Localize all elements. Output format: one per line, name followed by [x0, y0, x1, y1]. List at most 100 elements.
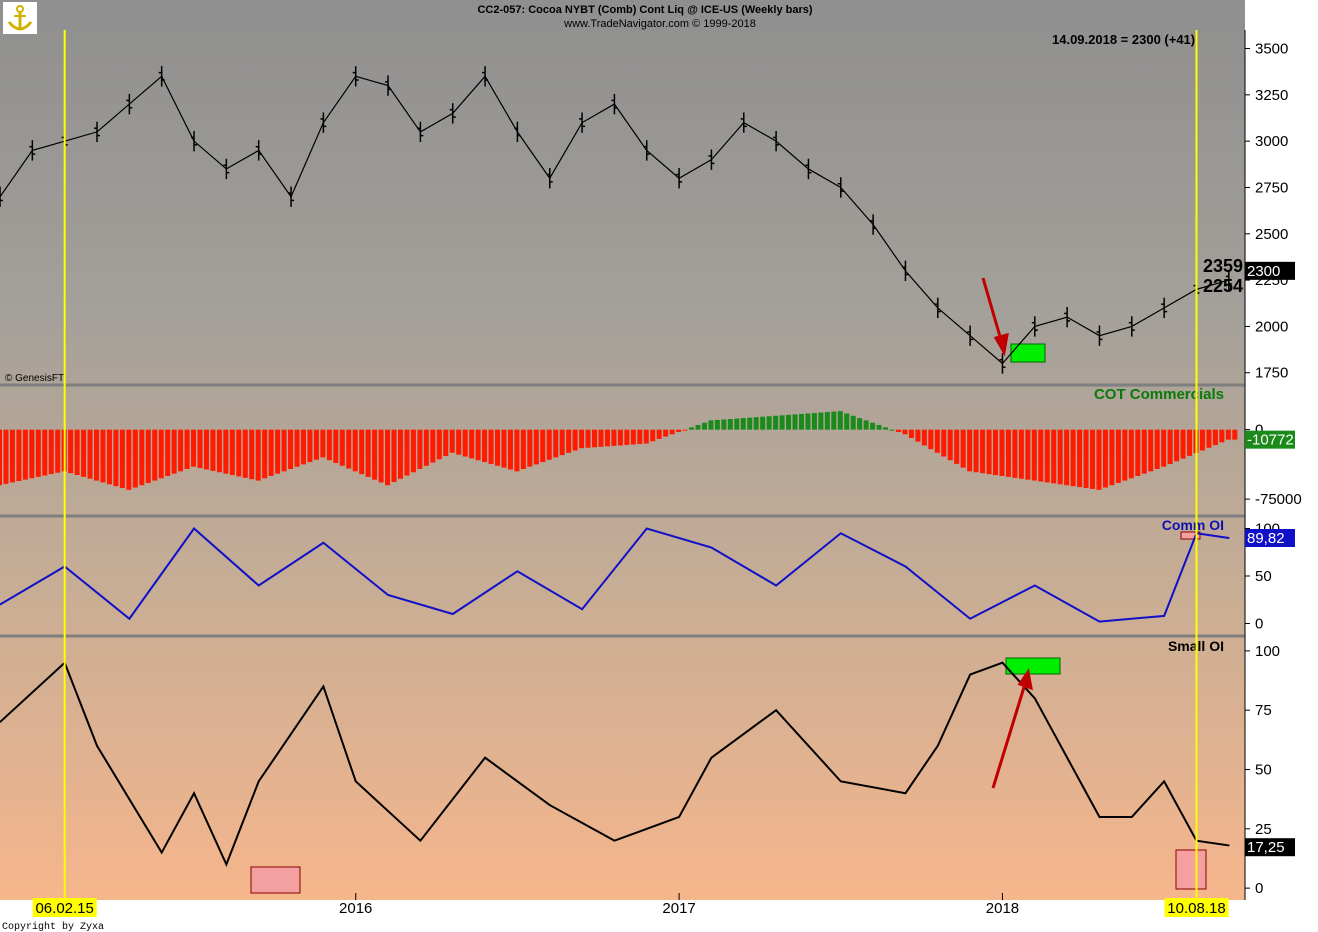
cot-panel-title: COT Commercials [1094, 386, 1224, 403]
small-oi-point [1131, 816, 1133, 818]
comm-oi-point [257, 584, 260, 587]
highlight-small-oi-low-2018 [1175, 849, 1207, 890]
anchor-logo-icon [3, 2, 37, 34]
cot-bar [656, 429, 662, 439]
small-oi-point [710, 756, 713, 759]
cot-bar [482, 429, 488, 463]
cot-bar [1232, 429, 1238, 440]
cot-bar [410, 429, 416, 473]
cot-bar [980, 429, 986, 474]
cot-bar [1031, 429, 1037, 481]
y-tick-label: 3000 [1255, 133, 1288, 150]
highlight-price-low-2017 [1010, 343, 1046, 363]
price-marker-high: 2359 [1203, 256, 1243, 276]
cot-bar [714, 419, 720, 430]
cot-bar [119, 429, 125, 488]
small-oi-point [1228, 844, 1230, 847]
cot-bar [533, 429, 539, 465]
cot-bar [585, 429, 591, 448]
small-oi-point [1163, 780, 1165, 783]
cot-bar [669, 429, 675, 435]
small-oi-point [904, 792, 907, 795]
cot-bar [404, 429, 410, 476]
cot-bar [423, 429, 429, 466]
chart-subtitle: www.TradeNavigator.com © 1999-2018 [563, 18, 756, 30]
cot-bar [689, 427, 695, 430]
cot-bar [501, 429, 507, 468]
cot-bar [352, 429, 358, 472]
cot-bar [197, 429, 203, 469]
small-oi-point [193, 792, 195, 795]
cot-bar [740, 418, 746, 430]
comm-oi-point [1163, 615, 1165, 617]
cot-bar [294, 429, 300, 467]
cot-bar [165, 429, 171, 476]
cot-bar [1083, 429, 1089, 488]
cot-bar [908, 429, 914, 438]
chart-title: CC2-057: Cocoa NYBT (Comb) Cont Liq @ IC… [477, 4, 812, 16]
cot-bar [1077, 429, 1083, 488]
comm-oi-last-badge: 89,82 [1247, 530, 1285, 547]
cot-bar [1206, 429, 1212, 448]
comm-oi-point [128, 617, 131, 620]
cot-bar [792, 414, 798, 430]
cot-bar [1051, 429, 1057, 484]
vertical-marker-date-label: 06.02.15 [35, 900, 93, 917]
small-oi-point [1098, 816, 1101, 818]
comm-oi-point [387, 594, 389, 596]
cot-bar [443, 429, 449, 457]
cot-bar [449, 429, 455, 453]
small-oi-point [936, 744, 939, 747]
cot-bar [999, 429, 1005, 476]
comm-oi-point [1034, 584, 1036, 587]
cot-bar [223, 429, 229, 474]
cot-bar [81, 429, 87, 477]
cot-bar [365, 429, 371, 477]
cot-bar [960, 429, 966, 468]
cot-bar [249, 429, 255, 480]
cot-bar [275, 429, 281, 474]
cot-bar [604, 429, 610, 447]
cot-bar [339, 429, 345, 466]
cot-bar [572, 429, 578, 451]
cot-bar [320, 429, 326, 458]
cot-bar [773, 415, 779, 430]
comm-oi-point [710, 546, 713, 549]
cot-bar [0, 429, 2, 486]
cot-bar [798, 413, 804, 430]
cot-bar [553, 429, 559, 458]
cot-bar [126, 429, 132, 490]
cot-bar [469, 429, 475, 459]
cot-bar [617, 429, 623, 446]
comm-oi-point [645, 527, 648, 530]
cot-bar [721, 419, 727, 430]
y-tick-label: 3500 [1255, 41, 1288, 58]
cot-bar [87, 429, 93, 479]
cot-bar [1005, 429, 1011, 477]
cot-bar [268, 429, 274, 476]
cot-bar [1064, 429, 1070, 486]
small-oi-point [775, 709, 777, 711]
small-oi-point [484, 756, 486, 759]
small-oi-point [839, 780, 842, 783]
cot-bar [1167, 429, 1173, 464]
cot-bar [1102, 429, 1108, 488]
small-oi-point [160, 851, 163, 854]
cot-bar [313, 429, 319, 460]
small-oi-point [257, 780, 260, 783]
cot-bar [818, 412, 824, 430]
x-tick-label: 2017 [662, 900, 695, 917]
cot-bar [921, 429, 927, 446]
cot-bar [915, 429, 921, 442]
vertical-marker-date-label: 10.08.18 [1167, 900, 1225, 917]
cot-bar [902, 429, 908, 435]
watermark: © GenesisFT [5, 373, 64, 384]
cot-bar [100, 429, 106, 483]
y-tick-label: 25 [1255, 821, 1272, 838]
x-tick-label: 2018 [986, 900, 1019, 917]
cot-bar [766, 416, 772, 430]
cot-bar [1219, 429, 1225, 443]
comm-oi-point [969, 617, 971, 620]
small-oi-point [419, 839, 422, 842]
small-oi-point [1001, 661, 1004, 664]
